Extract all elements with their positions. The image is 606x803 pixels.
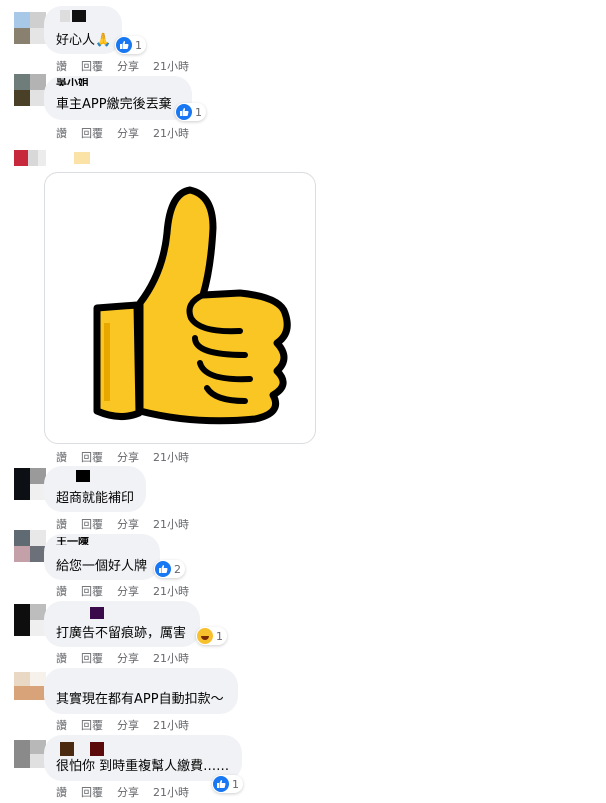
comment-text: 其實現在都有APP自動扣款～: [56, 692, 224, 707]
timestamp[interactable]: 21小時: [153, 125, 189, 141]
reaction-count: 2: [174, 562, 181, 576]
comment-bubble: 打廣告不留痕跡，厲害 1: [44, 601, 227, 647]
comment-actions: 讚 回覆 分享 21小時: [56, 650, 189, 666]
like-link[interactable]: 讚: [56, 583, 67, 599]
share-link[interactable]: 分享: [117, 650, 139, 666]
reply-link[interactable]: 回覆: [81, 650, 103, 666]
like-link[interactable]: 讚: [56, 449, 67, 465]
reply-link[interactable]: 回覆: [81, 58, 103, 74]
comment-author[interactable]: 吳小姐: [56, 78, 89, 86]
like-link[interactable]: 讚: [56, 125, 67, 141]
avatar[interactable]: [14, 672, 46, 704]
reply-link[interactable]: 回覆: [81, 449, 103, 465]
share-link[interactable]: 分享: [117, 717, 139, 733]
reaction-summary[interactable]: 1: [196, 627, 227, 645]
comment-bubble: 王一陳 給您一個好人牌 2: [44, 534, 185, 580]
timestamp[interactable]: 21小時: [153, 449, 189, 465]
comment-text: 好心人🙏: [56, 33, 112, 48]
comment-actions: 讚 回覆 分享 21小時: [56, 58, 189, 74]
share-link[interactable]: 分享: [117, 583, 139, 599]
comment-bubble: 其實現在都有APP自動扣款～: [44, 668, 238, 714]
avatar[interactable]: [14, 150, 46, 166]
like-icon: [116, 37, 132, 53]
like-icon: [155, 561, 171, 577]
share-link[interactable]: 分享: [117, 516, 139, 532]
like-link[interactable]: 讚: [56, 516, 67, 532]
reply-link[interactable]: 回覆: [81, 717, 103, 733]
comment-actions: 讚 回覆 分享 21小時: [56, 125, 189, 141]
reaction-summary[interactable]: 1: [115, 36, 146, 54]
thumbs-up-icon: [93, 186, 291, 425]
share-link[interactable]: 分享: [117, 58, 139, 74]
avatar[interactable]: [14, 740, 46, 772]
avatar[interactable]: [14, 12, 46, 44]
timestamp[interactable]: 21小時: [153, 784, 189, 800]
comment-text: 給您一個好人牌: [56, 559, 148, 574]
like-icon: [176, 104, 192, 120]
timestamp[interactable]: 21小時: [153, 717, 189, 733]
reply-link[interactable]: 回覆: [81, 784, 103, 800]
reaction-count: 1: [232, 777, 239, 791]
like-link[interactable]: 讚: [56, 717, 67, 733]
reply-link[interactable]: 回覆: [81, 516, 103, 532]
comment-text: 超商就能補印: [56, 491, 135, 506]
comment-actions: 讚 回覆 分享 21小時: [56, 583, 189, 599]
reaction-count: 1: [135, 38, 142, 52]
reaction-summary[interactable]: 1: [212, 775, 243, 793]
share-link[interactable]: 分享: [117, 449, 139, 465]
comment-actions: 讚 回覆 分享 21小時: [56, 516, 189, 532]
comment-actions: 讚 回覆 分享 21小時: [56, 449, 189, 465]
like-icon: [213, 776, 229, 792]
like-link[interactable]: 讚: [56, 784, 67, 800]
comment-author[interactable]: 王一陳: [56, 537, 89, 545]
comment-bubble: 很怕你 到時重複幫人繳費…… 1: [44, 735, 243, 793]
timestamp[interactable]: 21小時: [153, 516, 189, 532]
share-link[interactable]: 分享: [117, 784, 139, 800]
avatar[interactable]: [14, 74, 46, 106]
timestamp[interactable]: 21小時: [153, 58, 189, 74]
avatar[interactable]: [14, 604, 46, 636]
haha-icon: [197, 628, 213, 644]
timestamp[interactable]: 21小時: [153, 650, 189, 666]
comment-bubble: 吳小姐 車主APP繳完後丟棄 1: [44, 76, 206, 121]
reaction-summary[interactable]: 1: [175, 103, 206, 121]
sticker-image[interactable]: [44, 172, 316, 444]
like-link[interactable]: 讚: [56, 58, 67, 74]
reaction-count: 1: [216, 629, 223, 643]
reply-link[interactable]: 回覆: [81, 125, 103, 141]
comment-bubble: 好心人🙏 1: [44, 6, 146, 54]
reaction-summary[interactable]: 2: [154, 560, 185, 578]
reaction-count: 1: [195, 105, 202, 119]
comment-actions: 讚 回覆 分享 21小時: [56, 717, 189, 733]
reply-link[interactable]: 回覆: [81, 583, 103, 599]
timestamp[interactable]: 21小時: [153, 583, 189, 599]
comment-text: 打廣告不留痕跡，厲害: [56, 626, 187, 641]
comment-text: 車主APP繳完後丟棄: [56, 97, 172, 112]
avatar[interactable]: [14, 530, 46, 562]
comment-bubble: 超商就能補印: [44, 466, 146, 512]
avatar[interactable]: [14, 468, 46, 500]
comment-actions: 讚 回覆 分享 21小時: [56, 784, 189, 800]
share-link[interactable]: 分享: [117, 125, 139, 141]
comment-text: 很怕你 到時重複幫人繳費……: [56, 759, 230, 774]
like-link[interactable]: 讚: [56, 650, 67, 666]
